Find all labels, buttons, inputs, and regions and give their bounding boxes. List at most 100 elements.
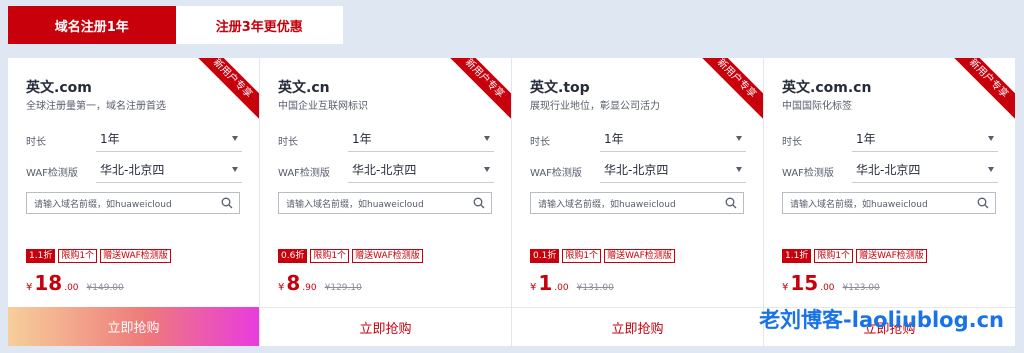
- new-user-ribbon: 新用户专享: [690, 58, 763, 125]
- duration-label: 时长: [782, 137, 802, 148]
- chevron-down-icon: [484, 167, 490, 172]
- buy-now-button[interactable]: 立即抢购: [8, 307, 259, 346]
- search-placeholder: 请输入域名前缀，如huaweicloud: [538, 199, 676, 210]
- waf-label: WAF检测版: [26, 168, 78, 179]
- chevron-down-icon: [988, 136, 994, 141]
- domain-search-input[interactable]: 请输入域名前缀，如huaweicloud: [26, 192, 240, 214]
- currency-symbol: ¥: [278, 282, 285, 293]
- price-integer: 1: [538, 271, 553, 295]
- discount-badge: 1.1折: [26, 249, 56, 263]
- waf-region-value: 华北-北京四: [856, 163, 921, 177]
- card-title: 英文.cn: [278, 80, 330, 96]
- card-title: 英文.top: [530, 80, 590, 96]
- card-subtitle: 展现行业地位，彰显公司活力: [530, 101, 660, 112]
- original-price: ¥149.00: [86, 283, 124, 293]
- waf-region-value: 华北-北京四: [100, 163, 165, 177]
- search-icon[interactable]: [725, 197, 737, 209]
- original-price: ¥129.10: [324, 283, 362, 293]
- new-user-ribbon: 新用户专享: [942, 58, 1015, 125]
- tab-register-3-years[interactable]: 注册3年更优惠: [175, 6, 343, 44]
- duration-value: 1年: [100, 132, 120, 146]
- promo-tags: 1.1折 限购1个 赠送WAF检测版: [782, 249, 927, 263]
- limit-badge: 限购1个: [814, 249, 854, 263]
- search-placeholder: 请输入域名前缀，如huaweicloud: [34, 199, 172, 210]
- search-placeholder: 请输入域名前缀，如huaweicloud: [790, 199, 928, 210]
- card-title: 英文.com: [26, 80, 92, 96]
- limit-badge: 限购1个: [310, 249, 350, 263]
- product-cards: 新用户专享 英文.com 全球注册量第一，域名注册首选 时长 1年 WAF检测版…: [8, 58, 1015, 346]
- waf-region-value: 华北-北京四: [352, 163, 417, 177]
- tab-register-1-year[interactable]: 域名注册1年: [8, 6, 176, 44]
- gift-badge: 赠送WAF检测版: [856, 249, 927, 263]
- gift-badge: 赠送WAF检测版: [352, 249, 423, 263]
- duration-select[interactable]: 1年: [348, 126, 494, 152]
- product-card-com-cn: 新用户专享 英文.com.cn 中国国际化标签 时长 1年 WAF检测版 华北-…: [764, 58, 1015, 346]
- card-title: 英文.com.cn: [782, 80, 872, 96]
- price: ¥ 18 .00 ¥149.00: [26, 271, 124, 295]
- card-subtitle: 中国国际化标签: [782, 101, 852, 112]
- waf-region-select[interactable]: 华北-北京四: [348, 157, 494, 183]
- currency-symbol: ¥: [782, 282, 789, 293]
- duration-value: 1年: [604, 132, 624, 146]
- original-price: ¥131.00: [576, 283, 614, 293]
- chevron-down-icon: [232, 136, 238, 141]
- waf-region-select[interactable]: 华北-北京四: [96, 157, 242, 183]
- domain-search-input[interactable]: 请输入域名前缀，如huaweicloud: [530, 192, 744, 214]
- price: ¥ 8 .90 ¥129.10: [278, 271, 362, 295]
- duration-label: 时长: [278, 137, 298, 148]
- price-decimal: .00: [820, 283, 835, 293]
- new-user-ribbon: 新用户专享: [438, 58, 511, 125]
- price: ¥ 15 .00 ¥123.00: [782, 271, 880, 295]
- chevron-down-icon: [988, 167, 994, 172]
- waf-region-select[interactable]: 华北-北京四: [600, 157, 746, 183]
- buy-now-button[interactable]: 立即抢购: [260, 307, 511, 346]
- price-integer: 8: [286, 271, 301, 295]
- chevron-down-icon: [736, 167, 742, 172]
- gift-badge: 赠送WAF检测版: [604, 249, 675, 263]
- limit-badge: 限购1个: [58, 249, 98, 263]
- duration-value: 1年: [352, 132, 372, 146]
- duration-select[interactable]: 1年: [600, 126, 746, 152]
- card-subtitle: 中国企业互联网标识: [278, 101, 368, 112]
- duration-label: 时长: [530, 137, 550, 148]
- currency-symbol: ¥: [26, 282, 33, 293]
- duration-value: 1年: [856, 132, 876, 146]
- tab-bar: 域名注册1年 注册3年更优惠: [8, 6, 343, 44]
- waf-label: WAF检测版: [278, 168, 330, 179]
- chevron-down-icon: [736, 136, 742, 141]
- price: ¥ 1 .00 ¥131.00: [530, 271, 614, 295]
- discount-badge: 0.1折: [530, 249, 560, 263]
- chevron-down-icon: [484, 136, 490, 141]
- promo-tags: 0.1折 限购1个 赠送WAF检测版: [530, 249, 675, 263]
- price-decimal: .90: [302, 283, 317, 293]
- product-card-com: 新用户专享 英文.com 全球注册量第一，域名注册首选 时长 1年 WAF检测版…: [8, 58, 259, 346]
- original-price: ¥123.00: [842, 283, 880, 293]
- waf-region-select[interactable]: 华北-北京四: [852, 157, 998, 183]
- limit-badge: 限购1个: [562, 249, 602, 263]
- search-placeholder: 请输入域名前缀，如huaweicloud: [286, 199, 424, 210]
- promo-tags: 0.6折 限购1个 赠送WAF检测版: [278, 249, 423, 263]
- duration-select[interactable]: 1年: [96, 126, 242, 152]
- discount-badge: 1.1折: [782, 249, 812, 263]
- waf-label: WAF检测版: [782, 168, 834, 179]
- domain-search-input[interactable]: 请输入域名前缀，如huaweicloud: [278, 192, 492, 214]
- price-decimal: .00: [64, 283, 79, 293]
- discount-badge: 0.6折: [278, 249, 308, 263]
- product-card-top: 新用户专享 英文.top 展现行业地位，彰显公司活力 时长 1年 WAF检测版 …: [512, 58, 763, 346]
- price-integer: 15: [790, 271, 819, 295]
- waf-region-value: 华北-北京四: [604, 163, 669, 177]
- gift-badge: 赠送WAF检测版: [100, 249, 171, 263]
- domain-search-input[interactable]: 请输入域名前缀，如huaweicloud: [782, 192, 996, 214]
- search-icon[interactable]: [473, 197, 485, 209]
- duration-label: 时长: [26, 137, 46, 148]
- price-integer: 18: [34, 271, 63, 295]
- chevron-down-icon: [232, 167, 238, 172]
- search-icon[interactable]: [977, 197, 989, 209]
- search-icon[interactable]: [221, 197, 233, 209]
- currency-symbol: ¥: [530, 282, 537, 293]
- price-decimal: .00: [554, 283, 569, 293]
- duration-select[interactable]: 1年: [852, 126, 998, 152]
- waf-label: WAF检测版: [530, 168, 582, 179]
- buy-now-button[interactable]: 立即抢购: [512, 307, 763, 346]
- card-subtitle: 全球注册量第一，域名注册首选: [26, 101, 166, 112]
